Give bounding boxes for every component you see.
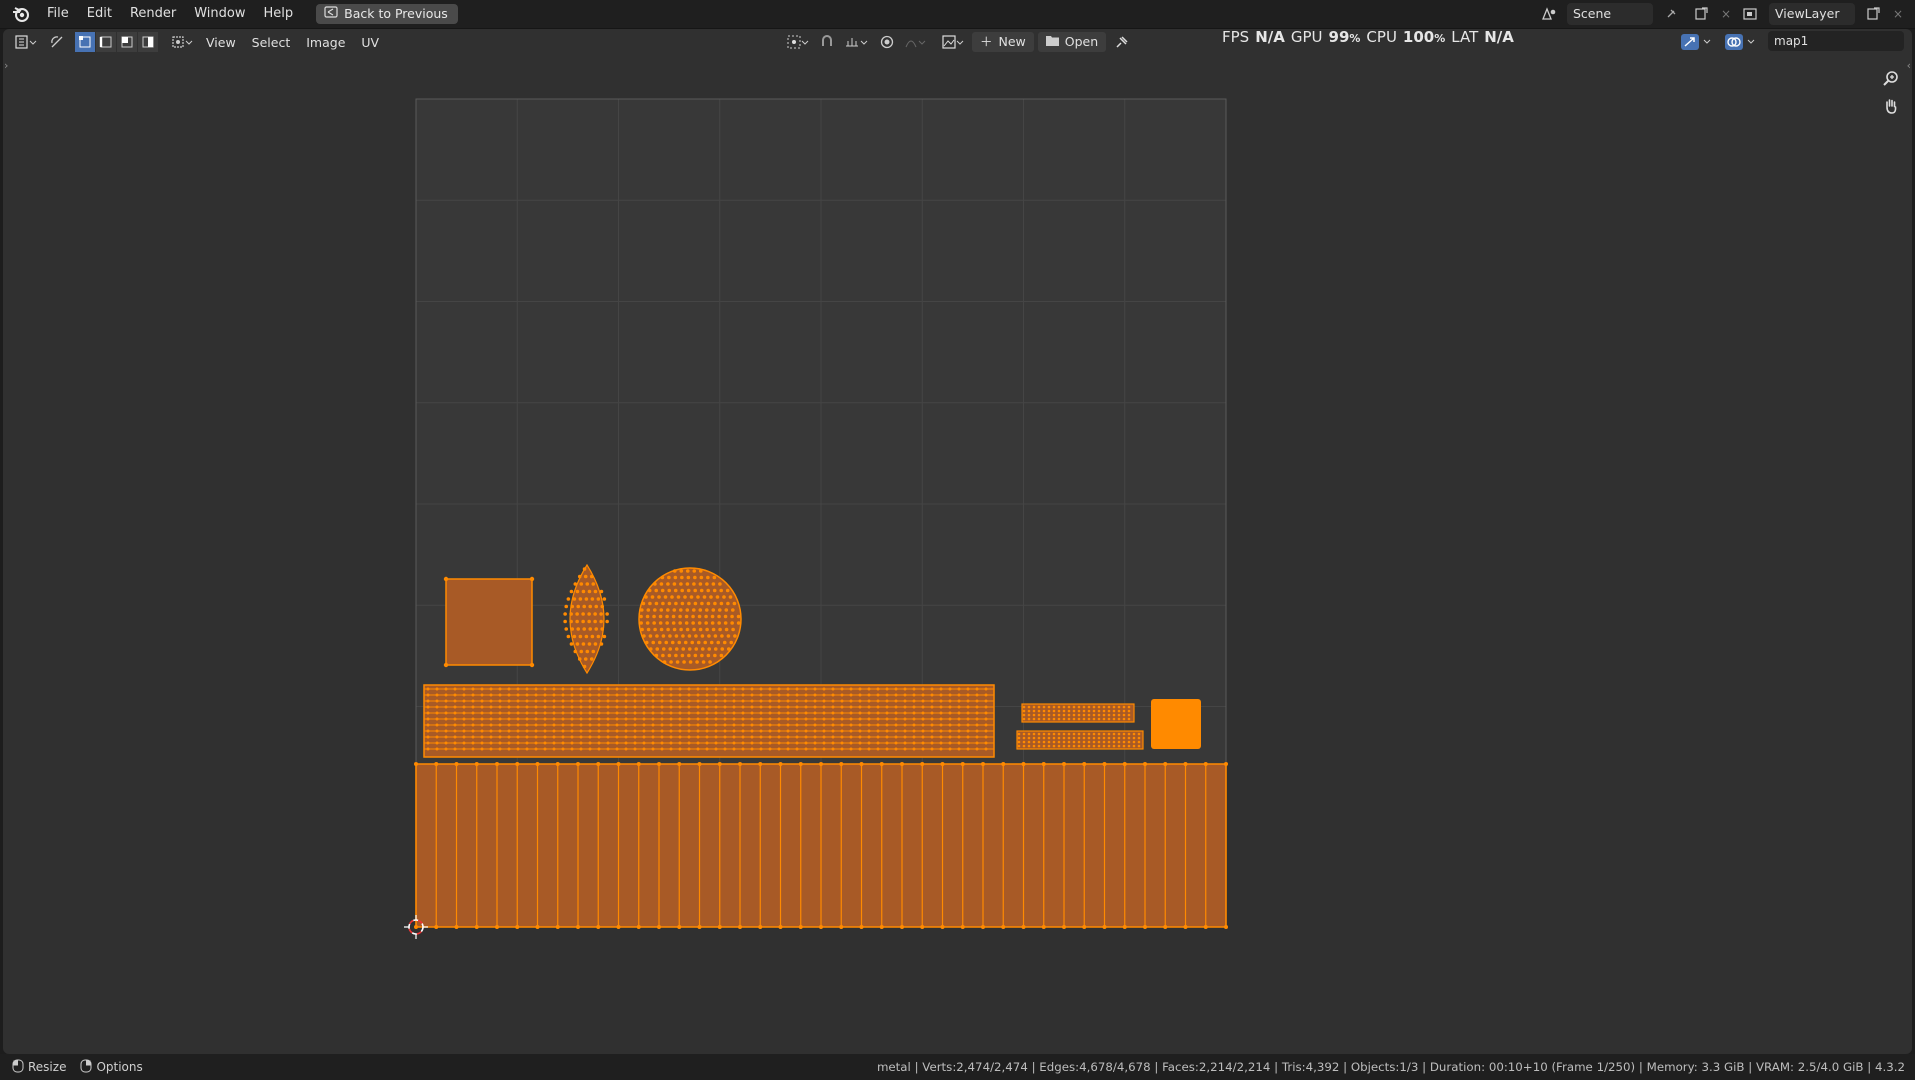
back-to-previous-label: Back to Previous [344, 6, 448, 21]
back-icon [324, 4, 338, 24]
view-layer-icon[interactable] [1739, 3, 1763, 25]
uv-editor[interactable]: View Select Image UV ＋ New Open FPS N/A … [3, 29, 1912, 1054]
menu-file[interactable]: File [38, 0, 78, 28]
scene-statistics: metal | Verts:2,474/2,474 | Edges:4,678/… [876, 1060, 1905, 1074]
resize-hint: Resize [12, 1059, 66, 1076]
top-bar: File Edit Render Window Help Back to Pre… [0, 0, 1915, 29]
view-layer-field[interactable]: ViewLayer [1769, 3, 1855, 25]
uv-island-circle[interactable] [638, 567, 742, 671]
menu-help[interactable]: Help [255, 0, 303, 28]
menu-edit[interactable]: Edit [78, 0, 121, 28]
close-view-layer-icon[interactable]: × [1891, 3, 1905, 25]
scene-controls: Scene × ViewLayer × [1537, 3, 1905, 25]
resize-label: Resize [28, 1060, 67, 1074]
mouse-icon [12, 1059, 24, 1076]
scene-icon[interactable] [1537, 3, 1561, 25]
uv-island-square[interactable] [443, 576, 535, 668]
view-layer-name: ViewLayer [1775, 6, 1840, 21]
uv-island-long-strip[interactable] [414, 762, 1228, 929]
pin-icon[interactable] [1659, 3, 1683, 25]
blender-logo-icon[interactable] [10, 3, 32, 25]
status-bar: Resize Options metal | Verts:2,474/2,474… [0, 1054, 1915, 1080]
options-label: Options [96, 1060, 143, 1074]
scene-field[interactable]: Scene [1567, 3, 1653, 25]
back-to-previous-button[interactable]: Back to Previous [316, 4, 458, 24]
menu-window[interactable]: Window [185, 0, 254, 28]
new-scene-icon[interactable] [1689, 3, 1713, 25]
uv-island-dense-strip[interactable] [423, 684, 995, 758]
close-scene-icon[interactable]: × [1719, 3, 1733, 25]
uv-island-selected-face[interactable] [1151, 699, 1201, 749]
options-hint: Options [80, 1059, 143, 1076]
menu-render[interactable]: Render [121, 0, 185, 28]
mouse-icon [80, 1059, 92, 1076]
uv-canvas[interactable] [3, 29, 1912, 1054]
new-view-layer-icon[interactable] [1861, 3, 1885, 25]
scene-name: Scene [1573, 6, 1612, 21]
